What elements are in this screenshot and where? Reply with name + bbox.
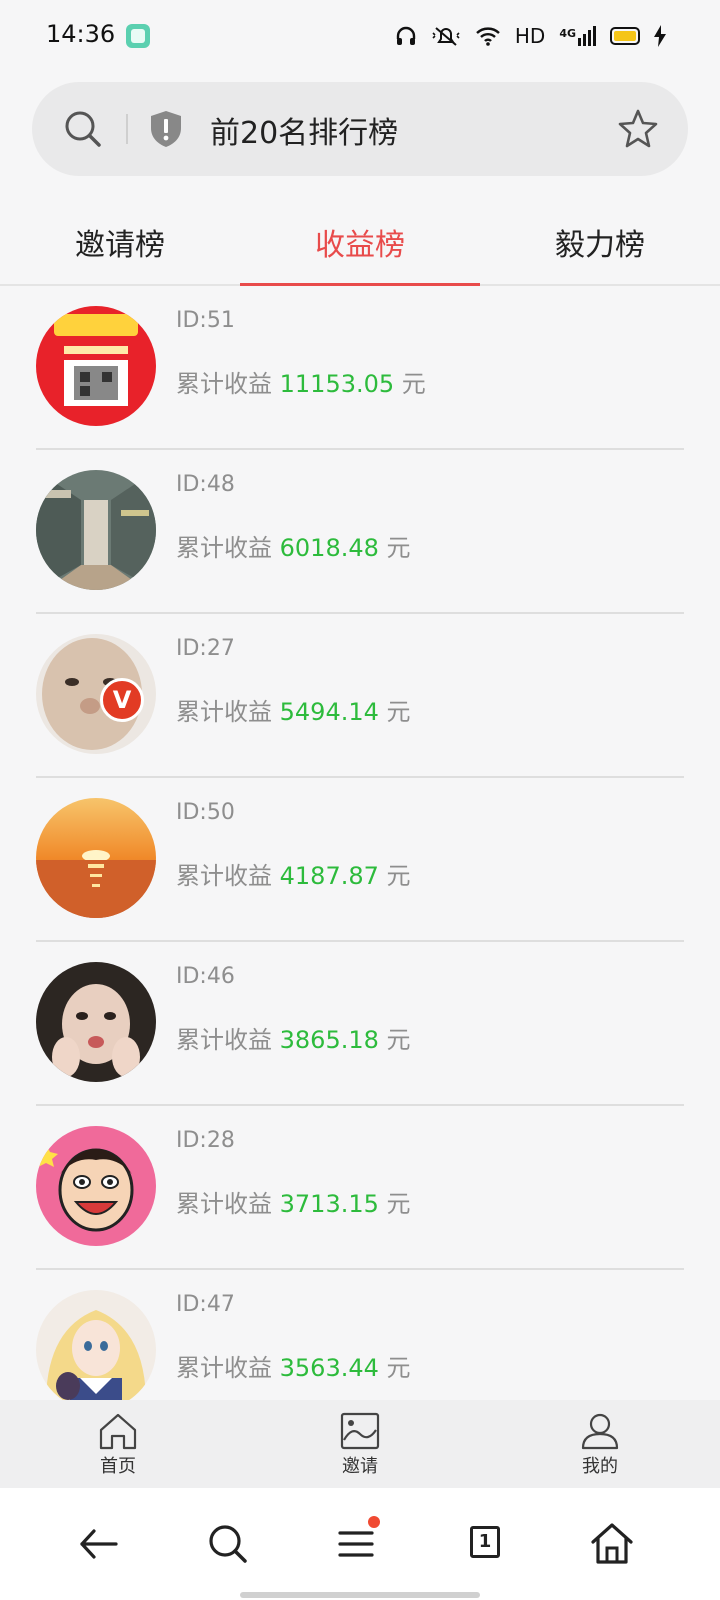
user-id: ID:28 [176,1128,235,1153]
earnings-amount: 5494.14 [279,698,379,726]
verified-badge: V [100,678,144,722]
home-indicator[interactable] [240,1592,480,1598]
user-id: ID:48 [176,472,235,497]
battery-icon [610,27,640,45]
back-button[interactable] [74,1520,122,1568]
network-type: 4G [559,27,576,40]
hd-indicator: HD [514,24,546,48]
headset-icon [396,26,416,45]
status-time: 14:36 [46,20,116,48]
list-item[interactable]: ID:48 累计收益 6018.48 元 [36,450,684,614]
invite-icon [340,1412,380,1450]
profile-icon [581,1413,619,1450]
earnings-amount: 3713.15 [279,1190,379,1218]
search-icon [209,1525,247,1563]
earnings-text: 累计收益 3865.18 元 [176,1026,411,1054]
earnings-amount: 3865.18 [279,1026,379,1054]
nav-profile[interactable]: 我的 [540,1412,660,1478]
earnings-text: 累计收益 4187.87 元 [176,862,411,890]
nav-home[interactable]: 首页 [58,1412,178,1478]
list-item[interactable]: V ID:27 累计收益 5494.14 元 [36,614,684,778]
browser-toolbar: 1 [0,1488,720,1600]
avatar [36,1126,156,1246]
nav-home-label: 首页 [100,1456,136,1477]
shield-icon[interactable] [150,110,182,148]
status-icons: HD 4G [395,22,666,50]
notification-dot [368,1516,380,1528]
earnings-amount: 6018.48 [279,534,379,562]
earnings-text: 累计收益 11153.05 元 [176,370,426,398]
star-icon[interactable] [618,108,658,148]
menu-button[interactable] [334,1516,382,1568]
user-id: ID:46 [176,964,235,989]
tabs-icon: 1 [470,1526,500,1558]
earnings-amount: 11153.05 [279,370,395,398]
tab-invite[interactable]: 邀请榜 [0,220,240,264]
signal-icon [578,26,596,46]
user-id: ID:50 [176,800,235,825]
user-id: ID:51 [176,308,235,333]
charging-icon [654,25,666,47]
back-arrow-icon [80,1529,118,1559]
earnings-text: 累计收益 3563.44 元 [176,1354,411,1382]
list-item[interactable]: ID:28 累计收益 3713.15 元 [36,1106,684,1270]
nav-profile-label: 我的 [582,1456,618,1477]
tab-perseverance[interactable]: 毅力榜 [480,220,720,264]
home-icon [591,1523,633,1564]
status-bar: 14:36 HD 4G [0,0,720,72]
browser-search-button[interactable] [204,1520,252,1568]
avatar [36,962,156,1082]
leaderboard-list[interactable]: ID:51 累计收益 11153.05 元 ID:48 累计收益 6018.48… [36,286,684,1400]
nav-invite[interactable]: 邀请 [300,1412,420,1478]
list-item[interactable]: ID:50 累计收益 4187.87 元 [36,778,684,942]
home-icon [99,1413,137,1450]
earnings-text: 累计收益 5494.14 元 [176,698,411,726]
leaderboard-tabs: 邀请榜 收益榜 毅力榜 [0,200,720,286]
nav-invite-label: 邀请 [342,1456,378,1477]
user-id: ID:47 [176,1292,235,1317]
search-icon[interactable] [64,110,102,148]
browser-home-button[interactable] [588,1520,636,1568]
mute-icon [432,27,460,46]
list-item[interactable]: ID:51 累计收益 11153.05 元 [36,286,684,450]
tab-earnings[interactable]: 收益榜 [240,220,480,264]
search-divider [126,114,128,144]
avatar [36,470,156,590]
address-bar[interactable]: 前20名排行榜 [32,82,688,176]
avatar [36,306,156,426]
earnings-amount: 4187.87 [279,862,379,890]
wifi-icon [476,27,500,46]
page-title[interactable]: 前20名排行榜 [210,108,398,152]
earnings-text: 累计收益 6018.48 元 [176,534,411,562]
tabs-button[interactable]: 1 [462,1520,510,1568]
earnings-text: 累计收益 3713.15 元 [176,1190,411,1218]
earnings-amount: 3563.44 [279,1354,379,1382]
list-item[interactable]: ID:47 累计收益 3563.44 元 [36,1270,684,1400]
list-item[interactable]: ID:46 累计收益 3865.18 元 [36,942,684,1106]
app-icon [126,24,150,48]
user-id: ID:27 [176,636,235,661]
app-bottom-nav: 首页 邀请 我的 [0,1400,720,1489]
avatar [36,798,156,918]
avatar [36,1290,156,1400]
